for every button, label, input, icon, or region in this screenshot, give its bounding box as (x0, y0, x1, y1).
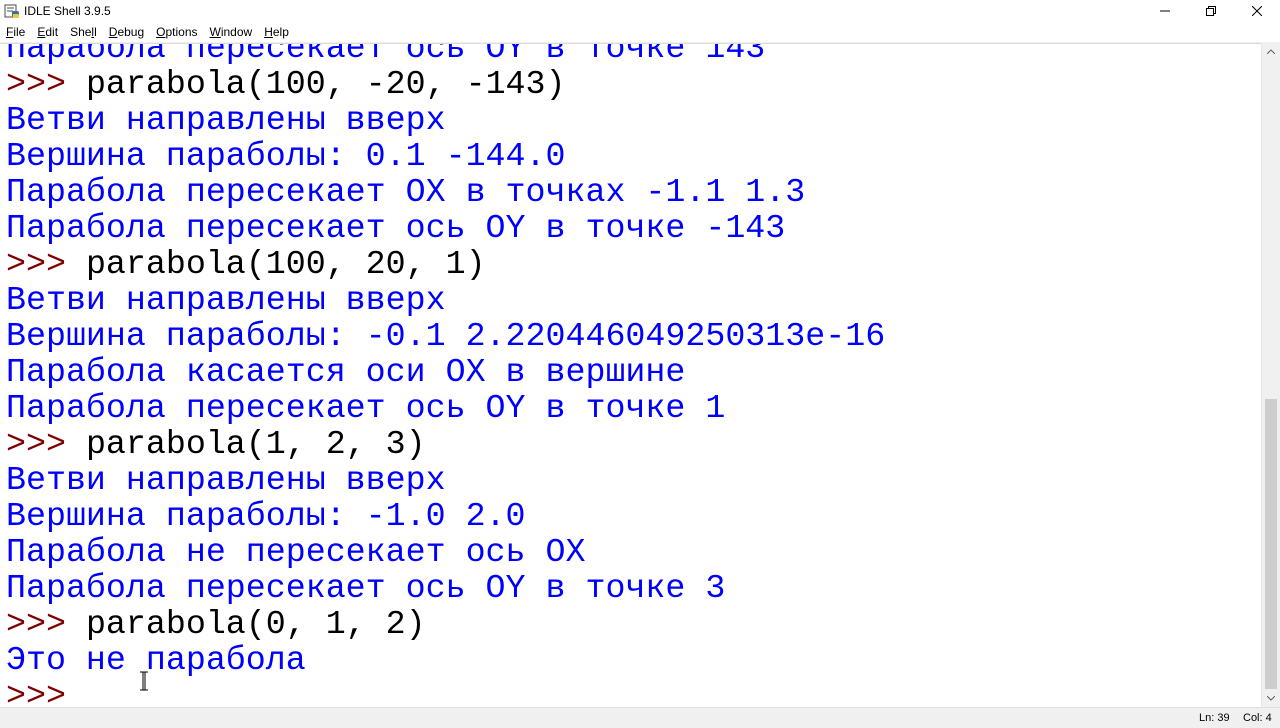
window-controls (1142, 0, 1280, 22)
scroll-up-icon (1267, 49, 1275, 54)
scroll-down-button[interactable] (1262, 690, 1280, 707)
close-button[interactable] (1234, 0, 1280, 22)
shell-output-line: Вершина параболы: 0.1 -144.0 (6, 137, 566, 175)
status-column-number: Col: 4 (1243, 712, 1272, 724)
minimize-icon (1160, 10, 1170, 12)
shell-lines: Парабола пересекает ось OY в точке 143 >>… (6, 43, 886, 708)
close-icon (1252, 6, 1262, 16)
shell-command-text: parabola(100, 20, 1) (85, 245, 486, 283)
maximize-button[interactable] (1188, 0, 1234, 22)
ibeam-cursor-icon (140, 671, 148, 691)
shell-output-line: Парабола касается оси OX в вершине (6, 353, 686, 391)
menu-help-mnemonic: H (264, 25, 273, 39)
menu-edit-label: dit (45, 25, 59, 39)
shell-output-line: Парабола пересекает ось OY в точке 1 (6, 389, 726, 427)
shell-input-line: >>> parabola(100, -20, -143) (6, 66, 885, 102)
menu-debug-label: ebug (117, 25, 145, 39)
menu-file-label: ile (13, 25, 26, 39)
menu-options[interactable]: Options (150, 22, 203, 42)
vertical-scrollbar[interactable] (1261, 43, 1280, 707)
scroll-up-button[interactable] (1262, 43, 1280, 60)
menu-window-label: indow (220, 25, 253, 39)
status-line-number: Ln: 39 (1199, 712, 1230, 724)
menu-edit[interactable]: Edit (31, 22, 64, 42)
shell-input-line: >>> parabola(100, 20, 1) (6, 246, 885, 282)
status-bar: Ln: 39 Col: 4 (0, 707, 1280, 728)
shell-command-text: parabola(100, -20, -143) (85, 65, 566, 103)
idle-shell-window: IDLE Shell 3.9.5 File Edit Shell Debug O… (0, 0, 1280, 728)
shell-prompt: >>> (6, 605, 86, 643)
shell-input-line: >>> parabola(0, 1, 2) (6, 606, 885, 642)
shell-output-line: Ветви направлены вверх (6, 461, 446, 499)
menu-bar: File Edit Shell Debug Options Window Hel… (0, 22, 1280, 43)
idle-python-icon (4, 4, 19, 18)
shell-output-line: Вершина параболы: -0.1 2.220446049250313… (6, 317, 886, 355)
title-bar[interactable]: IDLE Shell 3.9.5 (0, 0, 1280, 22)
scroll-down-icon (1267, 696, 1275, 701)
menu-shell-label: l (94, 25, 97, 39)
shell-prompt: >>> (6, 425, 86, 463)
menu-window[interactable]: Window (204, 22, 259, 42)
shell-command-text: parabola(1, 2, 3) (85, 425, 426, 463)
shell-input-line: >>> parabola(1, 2, 3) (6, 426, 885, 462)
shell-output-line: Парабола не пересекает ось OX (6, 533, 586, 571)
menu-options-label: ptions (165, 25, 198, 39)
shell-output-line: Парабола пересекает ось OY в точке 3 (6, 569, 726, 607)
shell-output-line: Ветви направлены вверх (6, 281, 446, 319)
menu-shell-label-pre: She (70, 25, 92, 39)
shell-text-area[interactable]: Парабола пересекает ось OY в точке 143 >>… (0, 43, 1262, 708)
menu-help-label: elp (272, 25, 289, 39)
menu-debug[interactable]: Debug (103, 22, 150, 42)
shell-output-line: Вершина параболы: -1.0 2.0 (6, 497, 526, 535)
menu-file[interactable]: File (0, 22, 31, 42)
minimize-button[interactable] (1142, 0, 1188, 22)
window-title: IDLE Shell 3.9.5 (24, 4, 111, 18)
menu-window-mnemonic: W (209, 25, 221, 39)
shell-prompt: >>> (6, 677, 86, 708)
shell-output-line: Парабола пересекает ось OY в точке 143 (6, 43, 766, 67)
restore-icon (1206, 6, 1216, 16)
shell-output-line: Парабола пересекает OX в точках -1.1 1.3 (6, 173, 806, 211)
menu-help[interactable]: Help (258, 22, 295, 42)
shell-prompt: >>> (6, 245, 86, 283)
menu-shell[interactable]: Shell (64, 22, 103, 42)
shell-prompt: >>> (6, 65, 86, 103)
shell-command-text: parabola(0, 1, 2) (85, 605, 426, 643)
shell-output-line: Парабола пересекает ось OY в точке -143 (6, 209, 786, 247)
shell-output-line: Ветви направлены вверх (6, 101, 446, 139)
scroll-thumb[interactable] (1265, 399, 1277, 689)
